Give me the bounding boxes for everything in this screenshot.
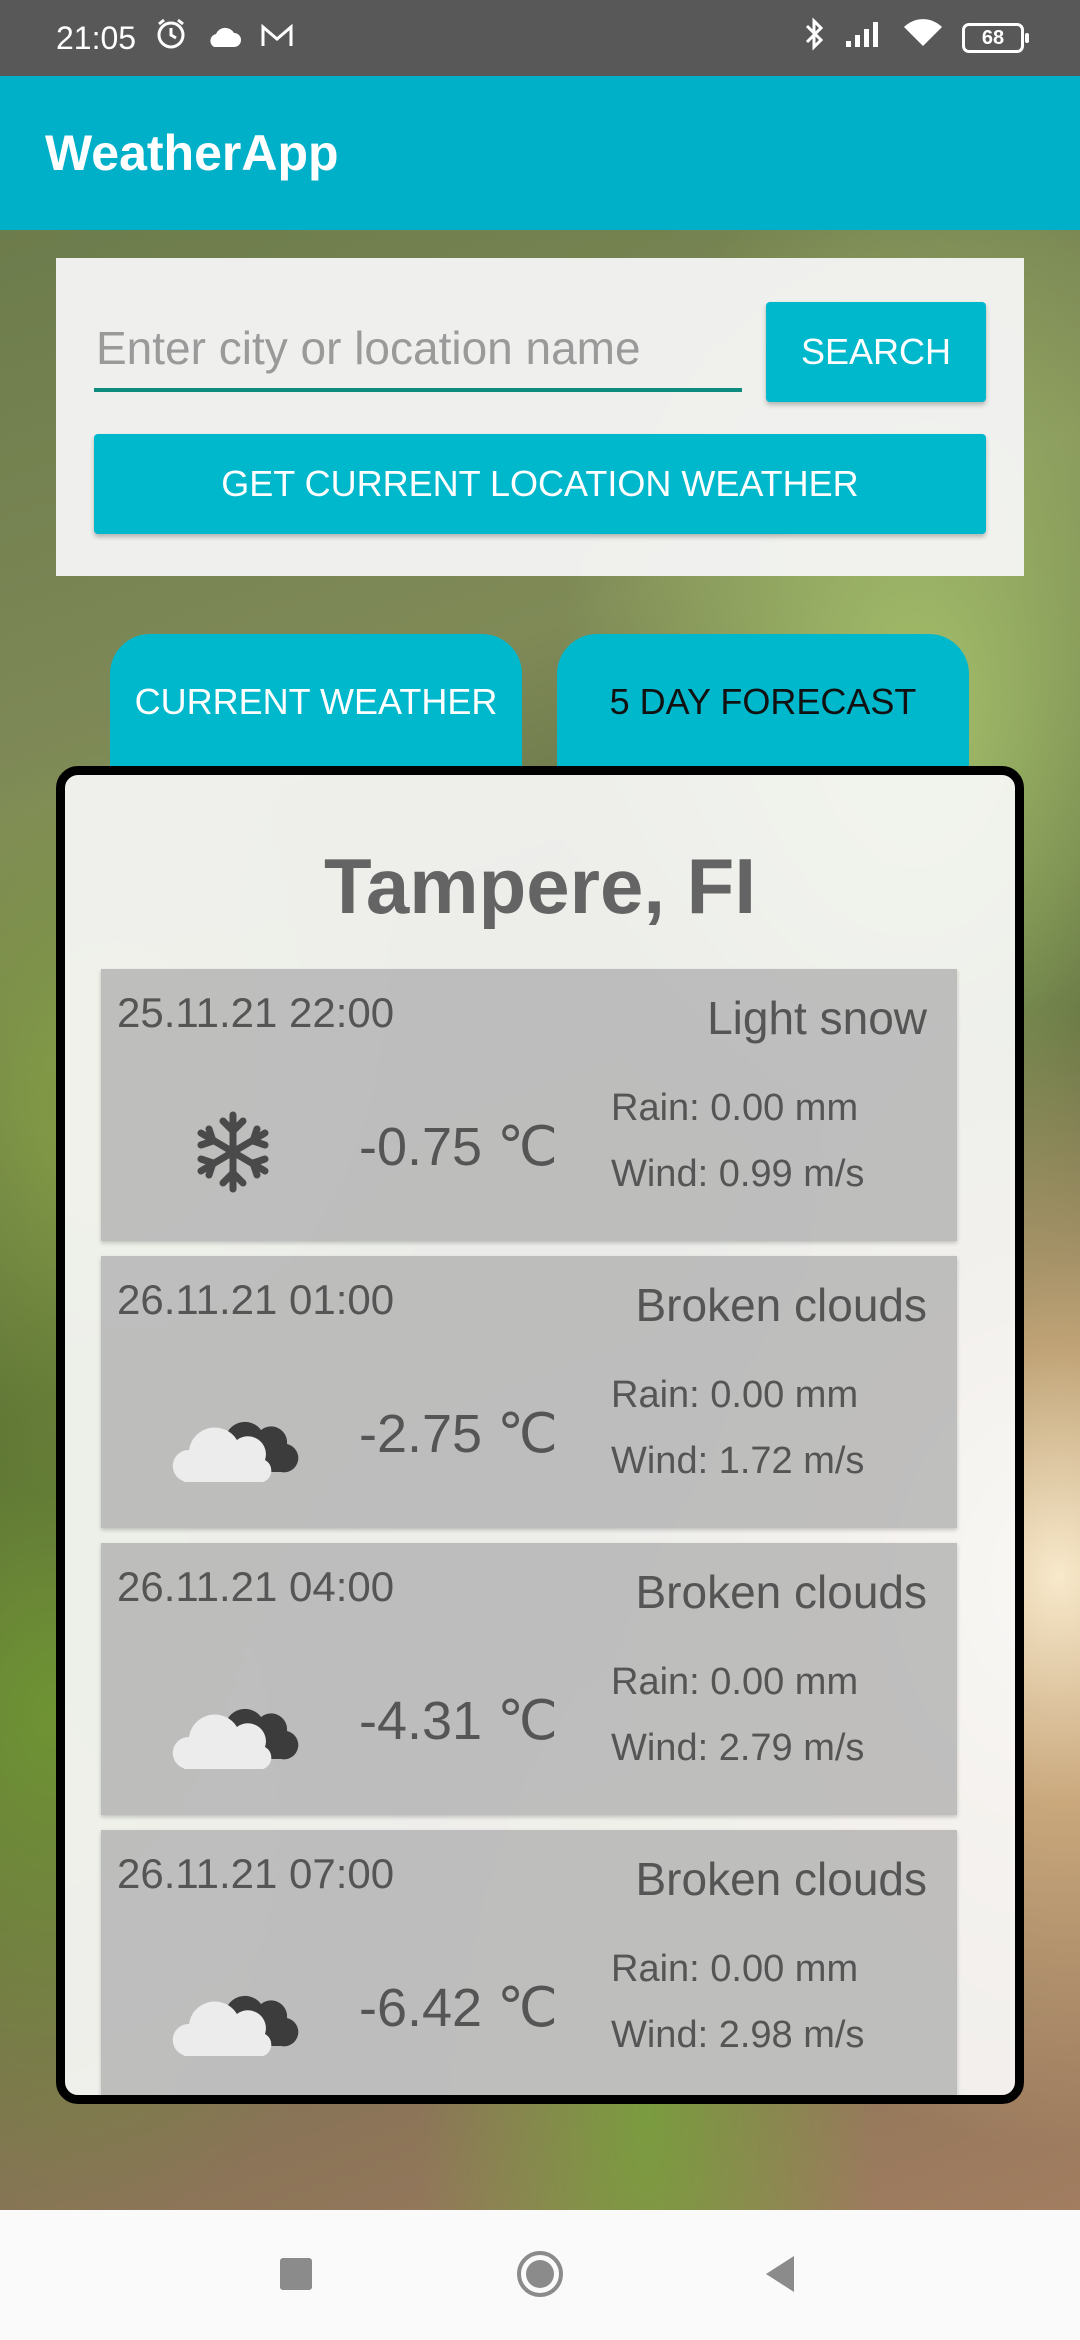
forecast-time: 26.11.21 07:00 bbox=[117, 1850, 395, 1897]
forecast-rain: Rain: 0.00 mm bbox=[611, 1374, 859, 1416]
home-button[interactable] bbox=[516, 2250, 564, 2298]
alarm-icon bbox=[154, 17, 188, 59]
forecast-card: 26.11.21 04:00 Broken clouds -4.31 ℃ Rai… bbox=[101, 1543, 957, 1815]
forecast-panel: Tampere, FI 25.11.21 22:00 Light snow -0… bbox=[56, 766, 1024, 2104]
signal-icon bbox=[844, 19, 884, 57]
forecast-temperature: -0.75 ℃ bbox=[359, 1117, 558, 1177]
recent-apps-button[interactable] bbox=[280, 2258, 312, 2290]
forecast-rain: Rain: 0.00 mm bbox=[611, 1087, 859, 1129]
mail-icon bbox=[260, 20, 294, 57]
app-title: WeatherApp bbox=[45, 125, 339, 181]
forecast-wind: Wind: 1.72 m/s bbox=[611, 1440, 865, 1482]
tab-5-day-forecast[interactable]: 5 DAY FORECAST bbox=[557, 634, 969, 770]
forecast-card: 25.11.21 22:00 Light snow -0.75 ℃ Rain: … bbox=[101, 969, 957, 1241]
status-right: 68 bbox=[804, 17, 1029, 59]
status-left: 21:05 bbox=[56, 17, 294, 59]
broken-clouds-icon bbox=[172, 1708, 299, 1769]
forecast-wind: Wind: 2.98 m/s bbox=[611, 2014, 865, 2056]
forecast-time: 26.11.21 04:00 bbox=[117, 1563, 395, 1610]
navigation-bar bbox=[0, 2210, 1080, 2340]
broken-clouds-icon bbox=[172, 1995, 299, 2056]
city-title: Tampere, FI bbox=[323, 842, 756, 930]
forecast-temperature: -6.42 ℃ bbox=[359, 1978, 558, 2038]
status-time: 21:05 bbox=[56, 19, 137, 56]
forecast-card: 26.11.21 01:00 Broken clouds -2.75 ℃ Rai… bbox=[101, 1256, 957, 1528]
snowflake-icon bbox=[197, 1111, 269, 1193]
cloud-icon bbox=[206, 20, 242, 57]
forecast-temperature: -2.75 ℃ bbox=[359, 1404, 558, 1464]
forecast-description: Broken clouds bbox=[635, 1566, 928, 1618]
broken-clouds-icon bbox=[172, 1421, 299, 1482]
search-card: SEARCH GET CURRENT LOCATION WEATHER bbox=[56, 258, 1024, 576]
tab-current-weather[interactable]: CURRENT WEATHER bbox=[110, 634, 522, 770]
forecast-description: Broken clouds bbox=[635, 1853, 928, 1905]
forecast-rain: Rain: 0.00 mm bbox=[611, 1661, 859, 1703]
forecast-time: 25.11.21 22:00 bbox=[117, 989, 395, 1036]
current-location-weather-button[interactable]: GET CURRENT LOCATION WEATHER bbox=[94, 434, 986, 534]
forecast-temperature: -4.31 ℃ bbox=[359, 1691, 558, 1751]
back-button[interactable] bbox=[762, 2252, 798, 2296]
forecast-wind: Wind: 0.99 m/s bbox=[611, 1153, 865, 1195]
forecast-time: 26.11.21 01:00 bbox=[117, 1276, 395, 1323]
forecast-card: 26.11.21 07:00 Broken clouds -6.42 ℃ Rai… bbox=[101, 1830, 957, 2095]
wifi-icon bbox=[902, 18, 944, 58]
status-bar: 21:05 68 bbox=[0, 0, 1080, 76]
search-input[interactable] bbox=[94, 308, 742, 392]
forecast-description: Light snow bbox=[707, 992, 927, 1044]
forecast-wind: Wind: 2.79 m/s bbox=[611, 1727, 865, 1769]
battery-level: 68 bbox=[981, 26, 1005, 49]
bluetooth-icon bbox=[804, 17, 826, 59]
battery-icon: 68 bbox=[962, 23, 1029, 53]
app-bar: WeatherApp bbox=[0, 76, 1080, 230]
forecast-description: Broken clouds bbox=[635, 1279, 928, 1331]
search-button[interactable]: SEARCH bbox=[766, 302, 986, 402]
forecast-rain: Rain: 0.00 mm bbox=[611, 1948, 859, 1990]
